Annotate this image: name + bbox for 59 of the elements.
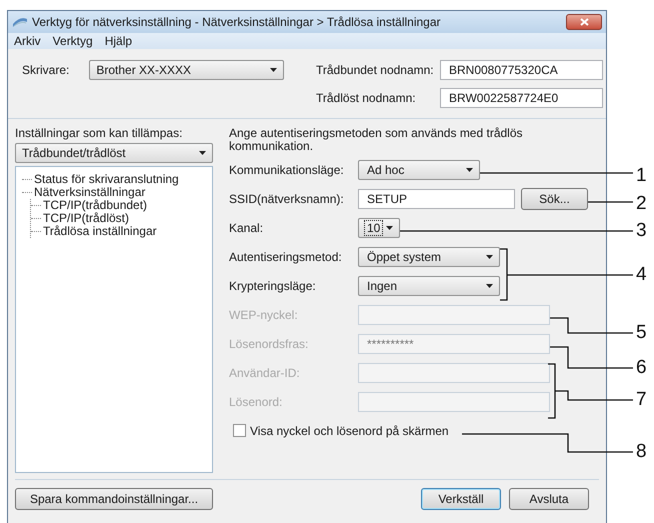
callout-number: 2: [636, 194, 647, 214]
dropdown-arrow-icon: [486, 284, 493, 288]
tree-item[interactable]: Trådlösa inställningar: [43, 225, 157, 238]
node-name-field[interactable]: BRN0080775320CA: [440, 60, 603, 80]
leader-line: [588, 201, 633, 203]
checkbox-label: Visa nyckel och lösenord på skärmen: [250, 424, 449, 438]
callout-number: 1: [636, 166, 647, 186]
dropdown[interactable]: Öppet system: [358, 246, 500, 266]
field-label: WEP-nyckel:: [229, 308, 298, 322]
callout-number: 4: [636, 265, 647, 285]
dropdown-arrow-icon: [199, 151, 206, 155]
checkbox[interactable]: [233, 424, 246, 437]
search-button[interactable]: Sök...: [521, 188, 588, 210]
menu-item[interactable]: Arkiv: [14, 34, 41, 48]
field-label: Lösenordsfras:: [229, 336, 308, 350]
tree-item[interactable]: TCP/IP(trådbundet): [43, 199, 148, 212]
tree-item[interactable]: Status för skrivaranslutning: [34, 173, 179, 186]
callout-number: 3: [636, 221, 647, 241]
input-field[interactable]: [358, 362, 550, 382]
tree-item[interactable]: TCP/IP(trådlöst): [43, 212, 130, 225]
field-label: SSID(nätverksnamn):: [229, 192, 344, 206]
dropdown[interactable]: 10: [358, 218, 400, 238]
node-name-label: Trådbundet nodnamn:: [316, 63, 435, 77]
settings-label: Inställningar som kan tillämpas:: [15, 125, 184, 141]
field-label: Användar-ID:: [229, 366, 300, 380]
window-title: Verktyg för nätverksinställning - Nätverksinställningar > Trådlösa inställningar: [32, 15, 442, 29]
menu-item[interactable]: Verktyg: [52, 34, 93, 48]
field-label: Krypteringsläge:: [229, 278, 316, 292]
dropdown-arrow-icon: [386, 226, 393, 230]
node-name-field[interactable]: BRW0022587724E0: [440, 88, 603, 108]
input-field[interactable]: [358, 304, 550, 324]
dialog-button[interactable]: Avsluta: [509, 488, 589, 510]
close-button[interactable]: [566, 14, 602, 30]
input-field[interactable]: [358, 392, 550, 412]
printer-dropdown[interactable]: Brother XX-XXXX: [89, 60, 284, 80]
save-commands-button[interactable]: Spara kommandoinställningar...: [15, 488, 213, 510]
menu-item[interactable]: Hjälp: [104, 34, 132, 48]
dialog-button[interactable]: Verkställ: [421, 488, 501, 510]
dropdown-arrow-icon: [270, 68, 278, 72]
callout-number: 8: [636, 442, 647, 462]
dropdown-arrow-icon: [486, 254, 493, 258]
dropdown[interactable]: Ingen: [358, 276, 500, 296]
printer-label: Skrivare:: [22, 63, 70, 77]
callout-number: 7: [636, 390, 647, 410]
field-label: Autentiseringsmetod:: [229, 250, 342, 264]
network-tool-icon: [12, 15, 28, 29]
callout-number: 5: [636, 323, 647, 343]
settings-dropdown[interactable]: Trådbundet/trådlöst: [15, 143, 213, 163]
node-name-label: Trådlöst nodnamn:: [316, 91, 417, 105]
description-text: Ange autentiseringsmetoden som används med trådlös kommunikation.: [229, 127, 524, 150]
callout-number: 6: [636, 358, 647, 378]
field-label: Kommunikationsläge:: [229, 162, 344, 176]
field-label: Kanal:: [229, 220, 264, 234]
close-icon: [580, 18, 588, 26]
input-field[interactable]: SETUP: [358, 188, 515, 208]
field-label: Lösenord:: [229, 394, 282, 408]
dropdown-arrow-icon: [466, 168, 473, 172]
dropdown[interactable]: Ad hoc: [358, 160, 480, 180]
tree-item[interactable]: Nätverksinställningar: [34, 186, 146, 199]
